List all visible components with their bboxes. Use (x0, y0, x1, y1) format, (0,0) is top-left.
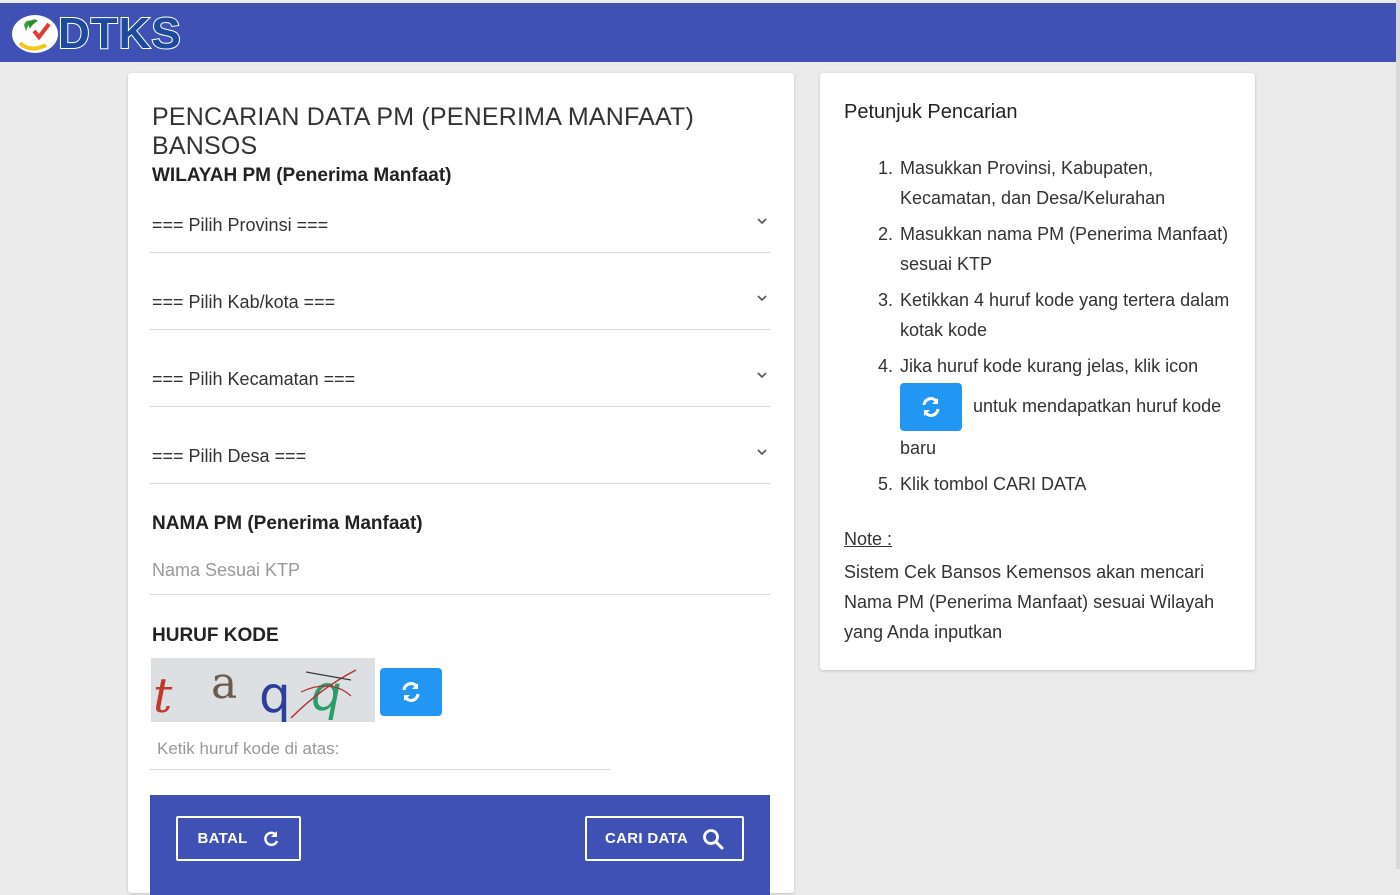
step-number: 3. (878, 290, 894, 310)
huruf-kode-label: HURUF KODE (152, 625, 279, 646)
select-kecamatan-value: === Pilih Kecamatan === (152, 369, 356, 389)
select-desa-value: === Pilih Desa === (152, 446, 307, 466)
captcha-code-input[interactable] (150, 728, 610, 770)
step-text: Masukkan nama PM (Penerima Manfaat) sesu… (900, 224, 1229, 274)
window-edge (1396, 0, 1400, 869)
step-text: Klik tombol CARI DATA (900, 474, 1087, 494)
help-step: 5. Klik tombol CARI DATA (878, 469, 1238, 499)
note-text: Sistem Cek Bansos Kemensos akan mencari … (844, 562, 1215, 642)
wilayah-label: WILAYAH PM (Penerima Manfaat) (152, 165, 452, 186)
refresh-icon (402, 682, 420, 702)
chevron-down-icon (757, 218, 767, 225)
help-step: 2. Masukkan nama PM (Penerima Manfaat) s… (878, 219, 1238, 279)
dtks-logo[interactable]: DTKS (12, 8, 182, 59)
chevron-down-icon (757, 372, 767, 379)
help-step: 3. Ketikkan 4 huruf kode yang tertera da… (878, 285, 1238, 345)
cari-data-button[interactable]: CARI DATA (585, 816, 744, 861)
form-action-bar: BATAL CARI DATA (150, 795, 770, 895)
nama-pm-input[interactable] (150, 547, 770, 595)
reload-icon (263, 830, 278, 846)
captcha-char: t (153, 668, 173, 722)
help-card: Petunjuk Pencarian 1. Masukkan Provinsi,… (820, 73, 1255, 670)
select-kabkota-value: === Pilih Kab/kota === (152, 292, 336, 312)
batal-button-label: BATAL (197, 830, 248, 847)
step-number: 4. (878, 356, 894, 376)
nama-pm-label: NAMA PM (Penerima Manfaat) (152, 513, 423, 534)
step-text: Ketikkan 4 huruf kode yang tertera dalam… (900, 290, 1230, 340)
logo-text: DTKS (57, 8, 182, 59)
step-number: 2. (878, 224, 894, 244)
chevron-down-icon (757, 295, 767, 302)
refresh-captcha-button[interactable] (380, 668, 442, 716)
note-label: Note : (844, 529, 893, 549)
help-step: 4. Jika huruf kode kurang jelas, klik ic… (878, 351, 1238, 463)
help-step: 1. Masukkan Provinsi, Kabupaten, Kecamat… (878, 153, 1238, 213)
select-provinsi-value: === Pilih Provinsi === (152, 215, 329, 235)
step-number: 1. (878, 158, 894, 178)
refresh-icon (922, 397, 940, 417)
captcha-char: q (311, 666, 341, 722)
step-text-before: Jika huruf kode kurang jelas, klik icon (900, 356, 1199, 376)
batal-button[interactable]: BATAL (176, 816, 301, 861)
search-icon (703, 828, 724, 849)
captcha-char: a (211, 658, 237, 709)
captcha-char: q (259, 666, 291, 722)
form-title: PENCARIAN DATA PM (PENERIMA MANFAAT) BAN… (152, 103, 694, 160)
refresh-icon-example (900, 383, 962, 431)
help-title: Petunjuk Pencarian (844, 101, 1018, 123)
cari-data-button-label: CARI DATA (605, 830, 688, 847)
search-form-card: PENCARIAN DATA PM (PENERIMA MANFAAT) BAN… (128, 73, 794, 895)
step-text: Masukkan Provinsi, Kabupaten, Kecamatan,… (900, 158, 1166, 208)
select-kecamatan[interactable]: === Pilih Kecamatan === (150, 353, 770, 407)
captcha-image: t a q q (151, 658, 375, 722)
select-kabkota[interactable]: === Pilih Kab/kota === (150, 276, 770, 330)
help-steps: 1. Masukkan Provinsi, Kabupaten, Kecamat… (878, 153, 1238, 505)
logo-emblem (12, 15, 58, 53)
step-number: 5. (878, 474, 894, 494)
top-navbar: DTKS (0, 3, 1396, 62)
chevron-down-icon (757, 449, 767, 456)
select-provinsi[interactable]: === Pilih Provinsi === (150, 199, 770, 253)
select-desa[interactable]: === Pilih Desa === (150, 430, 770, 484)
